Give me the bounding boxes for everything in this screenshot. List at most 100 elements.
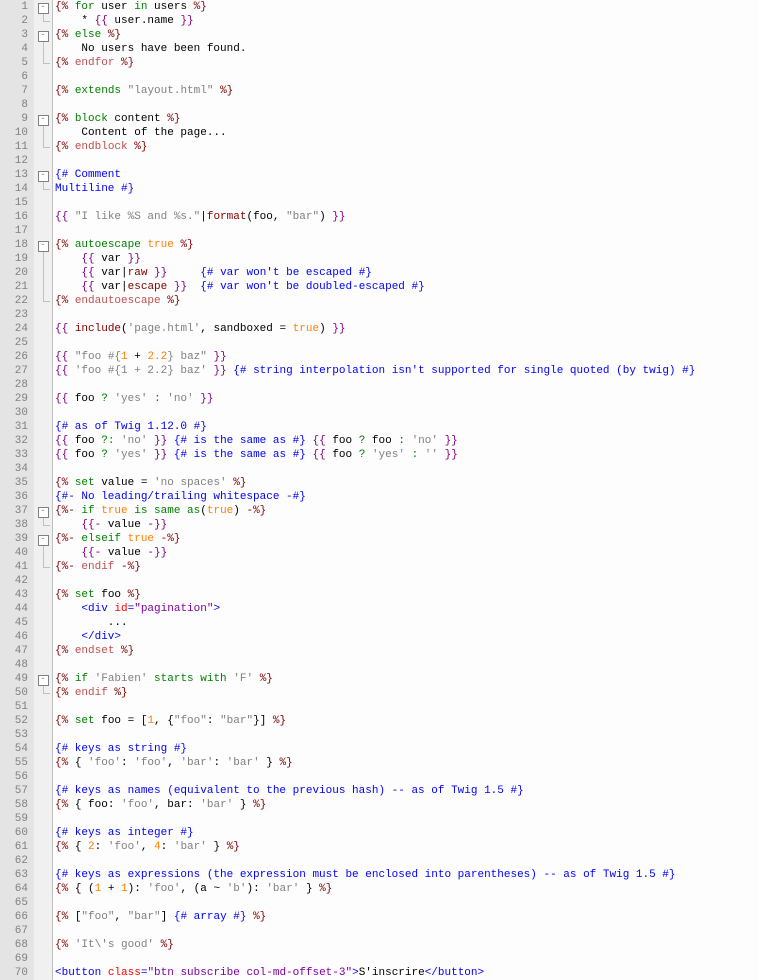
fold-marker[interactable] (34, 462, 52, 476)
code-line[interactable]: {% for user in users %} (55, 0, 758, 14)
code-line[interactable]: {{ "I like %S and %s."|format(foo, "bar"… (55, 210, 758, 224)
fold-minus-icon[interactable]: - (38, 675, 49, 686)
code-area[interactable]: {% for user in users %} * {{ user.name }… (53, 0, 758, 980)
fold-marker[interactable] (34, 658, 52, 672)
code-line[interactable] (55, 574, 758, 588)
code-line[interactable]: </div> (55, 630, 758, 644)
fold-marker[interactable] (34, 490, 52, 504)
code-line[interactable]: {% { foo: 'foo', bar: 'bar' } %} (55, 798, 758, 812)
fold-marker[interactable] (34, 448, 52, 462)
code-line[interactable]: {{ var|raw }} {# var won't be escaped #} (55, 266, 758, 280)
fold-marker[interactable]: - (34, 168, 52, 182)
fold-marker[interactable] (34, 896, 52, 910)
code-line[interactable]: {% { 'foo': 'foo', 'bar': 'bar' } %} (55, 756, 758, 770)
code-line[interactable]: {% else %} (55, 28, 758, 42)
fold-minus-icon[interactable]: - (38, 31, 49, 42)
fold-marker[interactable] (34, 924, 52, 938)
fold-marker[interactable] (34, 98, 52, 112)
fold-marker[interactable] (34, 210, 52, 224)
code-line[interactable] (55, 854, 758, 868)
code-line[interactable]: {{ var }} (55, 252, 758, 266)
fold-marker[interactable] (34, 700, 52, 714)
code-line[interactable] (55, 308, 758, 322)
fold-marker[interactable] (34, 14, 52, 28)
code-line[interactable] (55, 728, 758, 742)
fold-marker[interactable] (34, 574, 52, 588)
fold-marker[interactable] (34, 798, 52, 812)
code-line[interactable] (55, 98, 758, 112)
fold-marker[interactable] (34, 420, 52, 434)
fold-marker[interactable] (34, 378, 52, 392)
code-line[interactable] (55, 924, 758, 938)
code-line[interactable]: {{ "foo #{1 + 2.2} baz" }} (55, 350, 758, 364)
fold-marker[interactable] (34, 686, 52, 700)
fold-marker[interactable] (34, 434, 52, 448)
fold-marker[interactable] (34, 840, 52, 854)
fold-marker[interactable] (34, 252, 52, 266)
fold-minus-icon[interactable]: - (38, 535, 49, 546)
fold-marker[interactable] (34, 364, 52, 378)
code-line[interactable]: {%- endif -%} (55, 560, 758, 574)
fold-marker[interactable] (34, 644, 52, 658)
code-line[interactable]: {% endset %} (55, 644, 758, 658)
code-line[interactable]: {# as of Twig 1.12.0 #} (55, 420, 758, 434)
code-line[interactable]: {{ include('page.html', sandboxed = true… (55, 322, 758, 336)
fold-marker[interactable] (34, 518, 52, 532)
fold-marker[interactable] (34, 910, 52, 924)
code-line[interactable] (55, 896, 758, 910)
code-line[interactable] (55, 700, 758, 714)
code-line[interactable]: {% 'It\'s good' %} (55, 938, 758, 952)
fold-marker[interactable] (34, 784, 52, 798)
fold-marker[interactable] (34, 938, 52, 952)
fold-marker[interactable] (34, 546, 52, 560)
fold-marker[interactable]: - (34, 532, 52, 546)
code-line[interactable]: Multiline #} (55, 182, 758, 196)
code-line[interactable] (55, 952, 758, 966)
code-line[interactable]: {# keys as integer #} (55, 826, 758, 840)
code-line[interactable]: {% set foo = [1, {"foo": "bar"}] %} (55, 714, 758, 728)
code-line[interactable]: {{ foo ? 'yes' }} {# is the same as #} {… (55, 448, 758, 462)
fold-marker[interactable] (34, 826, 52, 840)
fold-marker[interactable]: - (34, 504, 52, 518)
code-line[interactable]: {{- value -}} (55, 518, 758, 532)
fold-minus-icon[interactable]: - (38, 507, 49, 518)
code-line[interactable]: {{- value -}} (55, 546, 758, 560)
fold-marker[interactable] (34, 140, 52, 154)
code-line[interactable] (55, 812, 758, 826)
code-line[interactable]: {%- elseif true -%} (55, 532, 758, 546)
fold-marker[interactable] (34, 322, 52, 336)
code-line[interactable]: {% endblock %} (55, 140, 758, 154)
code-line[interactable]: {% { 2: 'foo', 4: 'bar' } %} (55, 840, 758, 854)
code-line[interactable]: {% endautoescape %} (55, 294, 758, 308)
code-line[interactable] (55, 70, 758, 84)
fold-marker[interactable] (34, 952, 52, 966)
fold-marker[interactable] (34, 70, 52, 84)
fold-marker[interactable] (34, 560, 52, 574)
code-line[interactable]: {# keys as string #} (55, 742, 758, 756)
code-line[interactable] (55, 224, 758, 238)
code-line[interactable] (55, 406, 758, 420)
fold-marker[interactable] (34, 294, 52, 308)
fold-marker[interactable] (34, 280, 52, 294)
code-line[interactable]: <div id="pagination"> (55, 602, 758, 616)
fold-marker[interactable] (34, 770, 52, 784)
code-line[interactable]: {% autoescape true %} (55, 238, 758, 252)
fold-marker[interactable] (34, 154, 52, 168)
code-line[interactable] (55, 658, 758, 672)
code-line[interactable] (55, 378, 758, 392)
fold-marker[interactable] (34, 756, 52, 770)
fold-column[interactable]: -------- (34, 0, 53, 980)
fold-marker[interactable] (34, 616, 52, 630)
fold-minus-icon[interactable]: - (38, 3, 49, 14)
fold-marker[interactable] (34, 196, 52, 210)
code-line[interactable]: {# keys as expressions (the expression m… (55, 868, 758, 882)
fold-minus-icon[interactable]: - (38, 241, 49, 252)
fold-marker[interactable] (34, 182, 52, 196)
code-line[interactable]: {% endif %} (55, 686, 758, 700)
code-line[interactable]: {%- if true is same as(true) -%} (55, 504, 758, 518)
code-line[interactable]: {% ["foo", "bar"] {# array #} %} (55, 910, 758, 924)
fold-marker[interactable] (34, 224, 52, 238)
fold-marker[interactable] (34, 336, 52, 350)
fold-marker[interactable] (34, 42, 52, 56)
fold-marker[interactable]: - (34, 0, 52, 14)
